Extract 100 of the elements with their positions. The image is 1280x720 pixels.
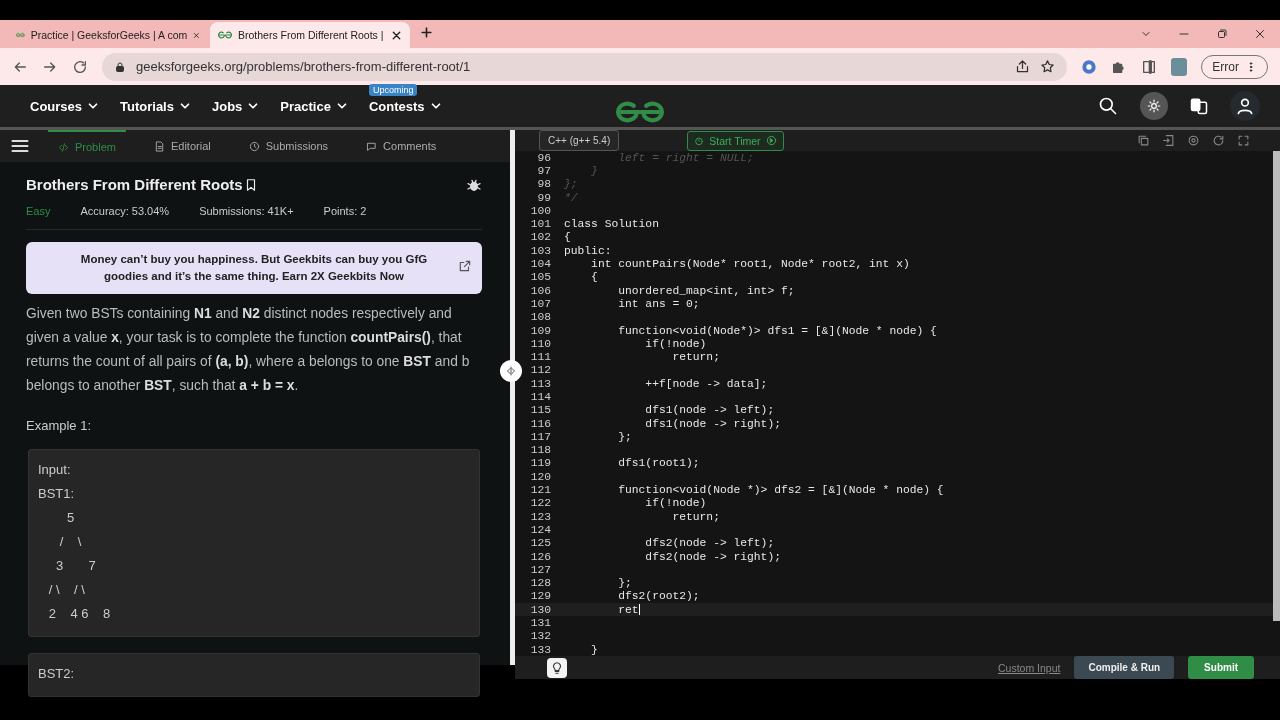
code-line: } (590, 164, 598, 177)
code-line: function<void(Node *)> dfs2 = [&](Node * node) { (617, 484, 944, 497)
compile-run-button[interactable]: Compile & Run (1074, 656, 1175, 680)
code-line: dfs1(node -> left); (644, 404, 775, 417)
code-line: { (590, 271, 598, 284)
line-number: 118 (529, 444, 552, 457)
new-tab-icon (420, 26, 433, 39)
code-editor[interactable] (515, 151, 1280, 657)
points-text: Points: 2 (323, 205, 367, 217)
line-number: 127 (529, 563, 552, 576)
code-line: ++f[node -> data]; (644, 377, 768, 390)
code-line: return; (671, 510, 720, 523)
example-heading: Example 1: (26, 418, 93, 433)
nav-label[interactable]: Courses (30, 98, 83, 114)
restore-icon (1216, 28, 1228, 40)
code-line: */ (564, 191, 578, 204)
user-icon (1235, 96, 1255, 116)
submit-button[interactable]: Submit (1188, 656, 1254, 680)
reload-icon (72, 58, 88, 75)
line-number: 130 (529, 603, 552, 616)
code-line: }; (617, 577, 632, 590)
line-number: 102 (529, 231, 552, 244)
promo-banner[interactable]: Money can’t buy you happiness. But Geekbits can buy you GfG goodies and it’s the same thing. Earn 2X Geekbits Now (26, 242, 482, 294)
code-line: int ans = 0; (617, 297, 700, 310)
example-line: 5 (65, 509, 76, 527)
difficulty-label: Easy (26, 205, 51, 217)
browser-tab[interactable]: Practice | GeeksforGeeks | A com (8, 22, 208, 48)
problem-tab[interactable]: Submissions (238, 130, 339, 162)
problem-title: Brothers From Different Roots (26, 176, 243, 193)
line-number: 107 (529, 297, 552, 310)
nav-label[interactable]: Practice (280, 98, 331, 114)
line-number: 129 (529, 590, 552, 603)
line-number: 116 (529, 417, 552, 430)
line-number: 96 (536, 151, 552, 164)
user-button[interactable] (1230, 91, 1260, 121)
nav-menu[interactable]: Tutorials (120, 98, 192, 114)
play-icon (765, 135, 777, 146)
line-number: 126 (529, 550, 552, 563)
line-number: 115 (529, 404, 552, 417)
hint-button[interactable] (547, 657, 567, 678)
line-number: 105 (529, 271, 552, 284)
speech-bubble-icon (366, 140, 378, 152)
code-line: public: (564, 244, 612, 257)
line-number: 108 (529, 311, 552, 324)
star-icon (1040, 59, 1056, 74)
gfg-logo-icon (218, 28, 232, 42)
nav-menu[interactable]: Practice (280, 98, 349, 114)
custom-input-link[interactable]: Custom Input (998, 661, 1061, 674)
language-select[interactable]: C++ (g++ 5.4) (539, 130, 620, 151)
line-number: 121 (529, 484, 552, 497)
settings-icon (1187, 134, 1200, 147)
line-number: 131 (529, 617, 552, 630)
close-icon (391, 29, 402, 41)
fullscreen-icon (1237, 134, 1250, 147)
problem-tab[interactable]: Problem (48, 130, 126, 162)
line-number: 124 (529, 523, 552, 536)
problem-tab[interactable]: Editorial (143, 130, 221, 162)
line-number: 122 (529, 497, 552, 510)
line-number: 100 (529, 204, 552, 217)
avatar[interactable] (1171, 57, 1188, 76)
example-line: BST2: (38, 665, 76, 683)
code-line: unordered_map<int, int> f; (617, 284, 795, 297)
line-number: 119 (529, 457, 552, 470)
example-line: / \ / \ (47, 581, 86, 599)
start-timer-button[interactable]: Start Timer (687, 130, 784, 151)
nav-label[interactable]: Tutorials (120, 98, 174, 114)
theme-toggle[interactable] (1140, 92, 1168, 120)
nav-menu[interactable]: Jobs (211, 98, 261, 114)
lock-icon (114, 60, 126, 73)
reset-icon (1212, 134, 1225, 147)
clock-icon (248, 140, 260, 152)
code-line: }; (617, 430, 632, 443)
alarm-icon (694, 135, 705, 146)
browser-tab[interactable]: Brothers From Different Roots | (210, 22, 410, 48)
address-bar[interactable]: geeksforgeeks.org/problems/brothers-from-different-root/1 (102, 52, 1068, 81)
line-number: 109 (529, 324, 552, 337)
code-icon (58, 141, 69, 153)
line-number: 114 (529, 391, 552, 403)
example-line: 3 7 (55, 557, 97, 575)
nav-label[interactable]: Jobs (211, 98, 243, 114)
line-number: 113 (529, 377, 552, 390)
line-number: 101 (529, 218, 552, 231)
code-line: return; (671, 351, 720, 364)
code-line: dfs1(node -> right); (644, 417, 781, 430)
line-number: 112 (529, 364, 552, 377)
nav-label[interactable]: Contests (368, 98, 425, 114)
line-number: 117 (529, 430, 552, 443)
accuracy-text: Accuracy: 53.04% (80, 205, 170, 217)
line-number: 120 (529, 470, 552, 483)
code-line: dfs1(root1); (617, 457, 700, 470)
lightbulb-icon (550, 660, 564, 675)
line-number: 128 (529, 577, 552, 590)
scrollbar[interactable] (1273, 151, 1280, 621)
code-line: dfs2(root2); (617, 590, 700, 603)
problem-description: Given two BSTs containing N1 and N2 distinct nodes respectively and given a value x, your task is to complete the function countPairs(), that returns the count of all pairs of (a, b), where a belongs to one BST and b belongs to another BST, such that a + b = x. (26, 305, 471, 395)
line-number: 104 (529, 258, 552, 270)
code-line: class Solution (564, 218, 659, 231)
problem-tab[interactable]: Comments (356, 130, 447, 162)
nav-menu[interactable]: Courses (30, 98, 101, 114)
close-icon (1254, 28, 1266, 40)
